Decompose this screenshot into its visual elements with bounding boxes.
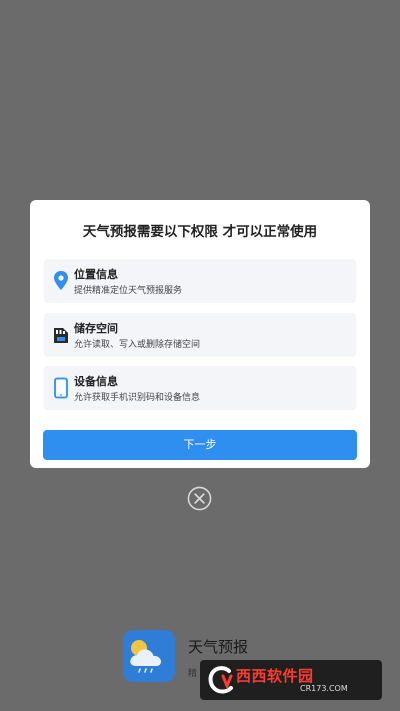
phone-icon [54, 377, 68, 399]
watermark-logo-icon [208, 666, 233, 694]
app-name: 天气预报 [188, 638, 249, 656]
watermark-en-text: CR173.COM [300, 684, 348, 693]
app-subtitle: 精 [188, 669, 198, 679]
sd-card-icon [54, 328, 68, 343]
permission-title: 设备信息 [74, 375, 118, 388]
location-pin-icon [54, 271, 68, 290]
next-button[interactable]: 下一步 [43, 430, 357, 460]
watermark: 西西软件园 CR173.COM [200, 660, 382, 700]
permission-item-location: 位置信息 提供精准定位天气预报服务 [44, 259, 356, 303]
permission-desc: 允许读取、写入或删除存储空间 [74, 340, 201, 350]
permission-title: 储存空间 [74, 322, 118, 335]
permission-desc: 提供精准定位天气预报服务 [74, 286, 183, 296]
dialog-title: 天气预报需要以下权限 才可以正常使用 [82, 224, 318, 240]
weather-cloud-icon [130, 640, 161, 673]
app-icon [123, 630, 175, 682]
watermark-cn-text: 西西软件园 [236, 667, 314, 685]
permission-desc: 允许获取手机识别码和设备信息 [74, 393, 201, 403]
permission-title: 位置信息 [74, 268, 118, 281]
permission-item-storage: 储存空间 允许读取、写入或删除存储空间 [44, 313, 356, 357]
close-circle-icon[interactable] [187, 486, 212, 511]
permission-dialog: 天气预报需要以下权限 才可以正常使用 位置信息 提供精准定位天气预报服务 储存空… [30, 200, 370, 468]
permission-item-device: 设备信息 允许获取手机识别码和设备信息 [44, 366, 356, 410]
